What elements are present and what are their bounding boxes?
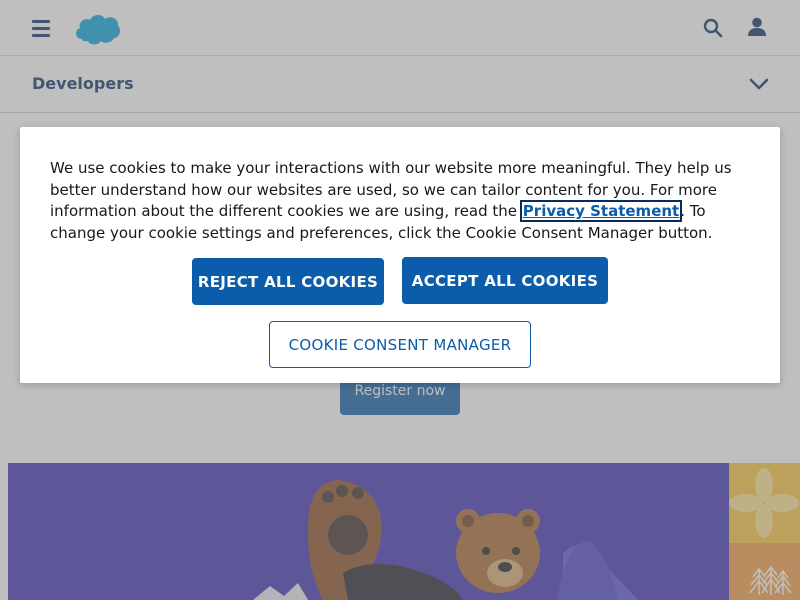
privacy-statement-link[interactable]: Privacy Statement	[519, 200, 683, 222]
cookie-consent-message: We use cookies to make your interactions…	[50, 158, 750, 244]
cookie-consent-manager-button[interactable]: COOKIE CONSENT MANAGER	[269, 321, 531, 368]
accept-all-cookies-button[interactable]: ACCEPT ALL COOKIES	[402, 257, 608, 304]
cookie-consent-dialog: We use cookies to make your interactions…	[20, 127, 780, 383]
reject-all-cookies-button[interactable]: REJECT ALL COOKIES	[192, 258, 384, 305]
modal-backdrop-top	[0, 0, 800, 114]
